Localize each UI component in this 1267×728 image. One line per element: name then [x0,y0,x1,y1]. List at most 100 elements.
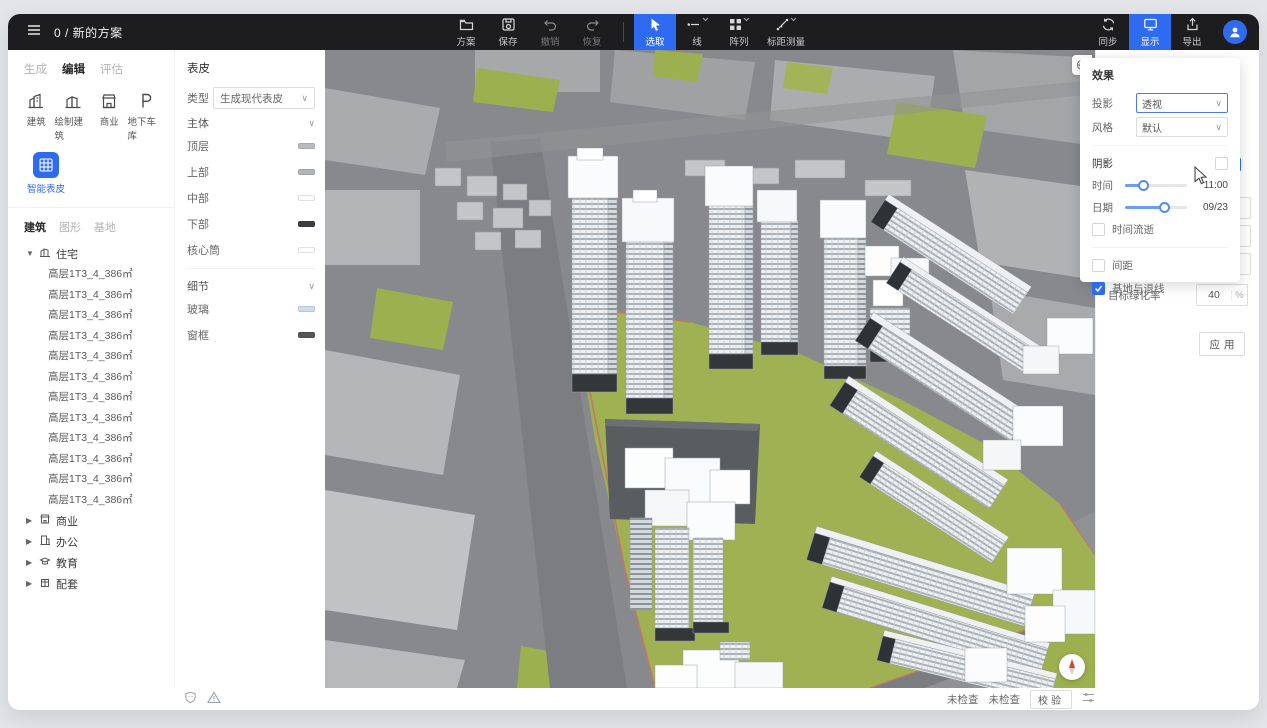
check-status-2: 未检查 [989,692,1021,707]
color-swatch[interactable] [298,247,315,253]
material-label: 中部 [187,190,209,206]
tree-group-commercial[interactable]: ▶ 商业 [8,510,174,531]
material-label: 窗框 [187,327,209,343]
settings-sliders-icon[interactable] [1082,691,1095,707]
color-swatch[interactable] [298,306,315,312]
array-tool-button[interactable]: 阵列 [718,14,760,50]
tree-group-education[interactable]: ▶ 教育 [8,552,174,573]
shield-icon[interactable] [184,691,197,707]
smart-skin-tool[interactable]: 智能表皮 [20,152,72,195]
color-swatch[interactable] [298,221,315,227]
save-button[interactable]: 保存 [487,14,529,50]
array-icon [728,17,743,32]
caret-right-icon: ▶ [26,537,34,546]
redo-icon [585,17,600,32]
divider [1092,145,1228,146]
tree-item-residential[interactable]: 高层1T3_4_386㎡ [8,449,174,470]
amenity-icon [39,576,51,591]
tool-commercial[interactable]: 商业 [91,91,128,142]
cursor-icon [648,17,663,32]
tree-item-residential[interactable]: 高层1T3_4_386㎡ [8,264,174,285]
tree-tab-site[interactable]: 基地 [94,219,116,235]
time-value: 11:00 [1198,180,1228,191]
chevron-down-icon [790,17,797,22]
viewport-3d-scene[interactable] [325,50,1095,688]
time-lapse-checkbox[interactable] [1092,223,1105,236]
style-select[interactable]: 默认 ∨ [1136,117,1228,137]
tree-item-residential[interactable]: 高层1T3_4_386㎡ [8,326,174,347]
user-avatar[interactable] [1223,20,1247,44]
color-swatch[interactable] [298,169,315,175]
tree-item-residential[interactable]: 高层1T3_4_386㎡ [8,428,174,449]
tab-evaluate[interactable]: 评估 [100,61,123,77]
caret-right-icon: ▶ [26,558,34,567]
residential-icon [39,246,51,261]
measure-tool-button[interactable]: 标距测量 [760,14,812,50]
shadow-checkbox[interactable] [1215,157,1228,170]
app-window: 0 / 新的方案 方案 保存 撤销 恢复 选取 [8,14,1259,710]
display-button[interactable]: 显示 [1129,14,1171,50]
sync-button[interactable]: 同步 [1087,14,1129,50]
tree-item-residential[interactable]: 高层1T3_4_386㎡ [8,490,174,511]
topbar: 0 / 新的方案 方案 保存 撤销 恢复 选取 [8,14,1259,50]
projection-select[interactable]: 透视 ∨ [1136,93,1228,113]
verify-button[interactable]: 校验 [1030,690,1072,709]
building-icon [26,91,46,111]
select-tool-button[interactable]: 选取 [634,14,676,50]
tab-generate[interactable]: 生成 [24,61,47,77]
tool-building[interactable]: 建筑 [18,91,55,142]
date-value: 09/23 [1198,202,1228,213]
collapse-icon[interactable]: ∨ [308,118,315,129]
tree-tab-shape[interactable]: 图形 [59,219,81,235]
tree-group-residential[interactable]: ▼ 住宅 [8,243,174,264]
measure-icon [775,17,790,32]
tab-edit[interactable]: 编辑 [62,61,85,77]
detail-section-label: 细节 [187,278,209,294]
collapse-icon[interactable]: ∨ [308,281,315,292]
site-setback-checkbox[interactable] [1092,282,1105,295]
color-swatch[interactable] [298,332,315,338]
caret-down-icon: ▼ [26,249,34,258]
compass-widget[interactable] [1059,654,1085,680]
color-swatch[interactable] [298,143,315,149]
tool-draw-building[interactable]: 绘制建筑 [55,91,92,142]
tool-parking[interactable]: 地下车库 [128,91,165,142]
tree-item-residential[interactable]: 高层1T3_4_386㎡ [8,367,174,388]
tree-tab-building[interactable]: 建筑 [24,219,46,235]
caret-right-icon: ▶ [26,579,34,588]
tree-item-residential[interactable]: 高层1T3_4_386㎡ [8,469,174,490]
tree-item-residential[interactable]: 高层1T3_4_386㎡ [8,346,174,367]
display-icon [1143,17,1158,32]
project-title[interactable]: 0 / 新的方案 [54,24,123,41]
skin-type-select[interactable]: 生成现代表皮 ∨ [213,87,315,109]
hamburger-menu-icon[interactable] [26,22,42,43]
line-icon [686,17,702,32]
tree-item-residential[interactable]: 高层1T3_4_386㎡ [8,408,174,429]
material-label: 玻璃 [187,301,209,317]
chevron-down-icon: ∨ [1215,122,1222,133]
date-slider[interactable] [1125,201,1187,214]
material-label: 核心筒 [187,242,220,258]
warning-icon[interactable] [207,691,221,707]
tree-item-residential[interactable]: 高层1T3_4_386㎡ [8,387,174,408]
line-tool-button[interactable]: 线 [676,14,718,50]
tree-item-residential[interactable]: 高层1T3_4_386㎡ [8,285,174,306]
divider [187,268,315,269]
color-swatch[interactable] [298,195,315,201]
apply-button[interactable]: 应用 [1199,332,1245,356]
chevron-down-icon [743,17,750,22]
tree-item-residential[interactable]: 高层1T3_4_386㎡ [8,305,174,326]
spacing-checkbox[interactable] [1092,259,1105,272]
mode-tabs: 生成 编辑 评估 [8,50,174,83]
tree-group-office[interactable]: ▶ 办公 [8,531,174,552]
plan-button[interactable]: 方案 [445,14,487,50]
skin-panel-title: 表皮 [187,60,315,76]
undo-button[interactable]: 撤销 [529,14,571,50]
projection-label: 投影 [1092,96,1113,111]
time-slider[interactable] [1125,179,1187,192]
type-label: 类型 [187,90,209,106]
redo-button[interactable]: 恢复 [571,14,613,50]
office-icon [39,534,51,549]
export-button[interactable]: 导出 [1171,14,1213,50]
tree-group-amenity[interactable]: ▶ 配套 [8,573,174,594]
